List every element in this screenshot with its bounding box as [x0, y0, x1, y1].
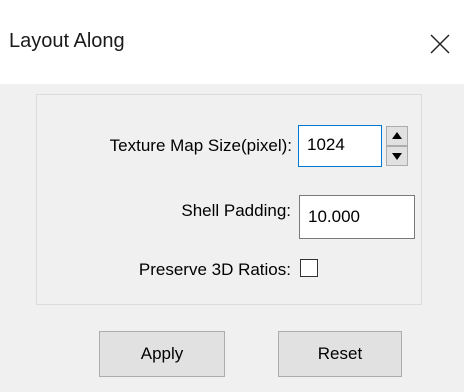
- texture-map-size-input[interactable]: 1024: [298, 125, 382, 167]
- apply-button[interactable]: Apply: [99, 331, 225, 377]
- texture-map-size-value: 1024: [307, 135, 345, 154]
- texture-map-size-decrement[interactable]: [386, 146, 408, 166]
- title-bar: Layout Along: [0, 0, 464, 84]
- preserve-3d-ratios-label: Preserve 3D Ratios:: [138, 260, 291, 279]
- shell-padding-label: Shell Padding:: [181, 201, 291, 220]
- dialog-title: Layout Along: [9, 30, 125, 52]
- close-icon: [430, 34, 450, 54]
- shell-padding-input[interactable]: 10.000: [299, 195, 415, 239]
- triangle-down-icon: [392, 153, 402, 160]
- preserve-3d-ratios-checkbox[interactable]: [300, 259, 318, 277]
- shell-padding-value: 10.000: [308, 207, 360, 226]
- texture-map-size-label: Texture Map Size(pixel):: [109, 136, 292, 155]
- reset-button[interactable]: Reset: [278, 331, 402, 377]
- close-button[interactable]: [418, 24, 462, 68]
- texture-map-size-increment[interactable]: [386, 126, 408, 146]
- triangle-up-icon: [392, 132, 402, 139]
